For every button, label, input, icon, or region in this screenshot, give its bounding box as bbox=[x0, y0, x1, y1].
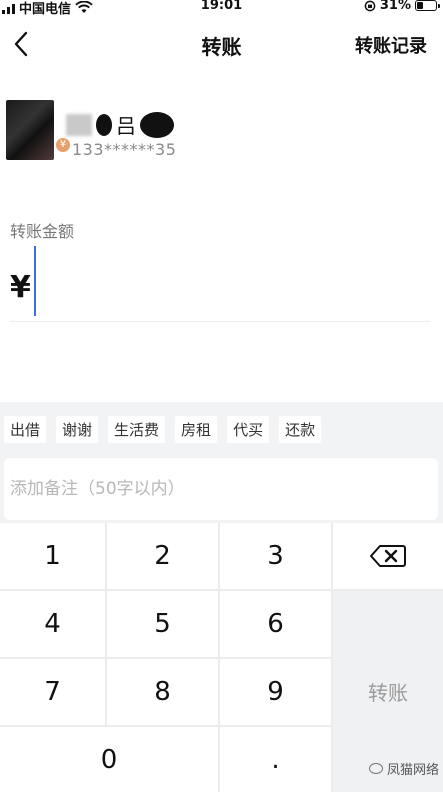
battery-icon bbox=[415, 0, 440, 11]
recipient-card: ¥ 吕 133******35 bbox=[6, 100, 306, 166]
key-3[interactable]: 3 bbox=[220, 523, 331, 589]
redacted-name-mark bbox=[140, 111, 174, 138]
backspace-key[interactable] bbox=[333, 523, 443, 589]
key-4[interactable]: 4 bbox=[0, 591, 105, 657]
key-0[interactable]: 0 bbox=[0, 727, 218, 792]
payment-badge-icon: ¥ bbox=[56, 138, 70, 152]
redacted-name-mark bbox=[96, 113, 112, 136]
note-input[interactable] bbox=[4, 458, 438, 520]
quick-tag[interactable]: 房租 bbox=[175, 416, 218, 443]
blurred-name-part bbox=[66, 113, 92, 136]
recipient-name: 吕 bbox=[66, 110, 174, 139]
key-2[interactable]: 2 bbox=[107, 523, 218, 589]
battery-percent: 31% bbox=[379, 0, 411, 13]
key-5[interactable]: 5 bbox=[107, 591, 218, 657]
quick-tag[interactable]: 出借 bbox=[4, 416, 47, 443]
quick-tag[interactable]: 谢谢 bbox=[56, 416, 99, 443]
input-caret bbox=[34, 246, 36, 316]
quick-tag[interactable]: 生活费 bbox=[108, 416, 166, 443]
watermark: 凤猫网络 bbox=[368, 759, 439, 778]
quick-tag[interactable]: 代买 bbox=[227, 416, 270, 443]
quick-tag[interactable]: 还款 bbox=[279, 416, 322, 443]
orientation-lock-icon bbox=[364, 0, 376, 11]
recipient-phone: 133******35 bbox=[72, 140, 177, 159]
quick-tag-list: 出借 谢谢 生活费 房租 代买 还款 bbox=[4, 416, 322, 443]
key-9[interactable]: 9 bbox=[220, 659, 331, 725]
backspace-icon bbox=[370, 545, 406, 567]
transfer-records-link[interactable]: 转账记录 bbox=[355, 32, 427, 58]
note-field-container bbox=[4, 458, 438, 520]
nav-bar: 转账 转账记录 bbox=[0, 22, 443, 66]
key-7[interactable]: 7 bbox=[0, 659, 105, 725]
key-decimal[interactable]: . bbox=[220, 727, 331, 792]
status-right: 31% bbox=[364, 0, 440, 13]
numeric-keypad: 1 2 3 4 5 6 7 8 9 转账 0 . 凤猫网络 bbox=[0, 523, 443, 792]
key-1[interactable]: 1 bbox=[0, 523, 105, 589]
currency-symbol: ¥ bbox=[10, 270, 31, 305]
recipient-name-char: 吕 bbox=[116, 114, 136, 138]
amount-input[interactable]: ¥ bbox=[10, 246, 430, 322]
avatar bbox=[6, 100, 54, 160]
status-bar: 中国电信 19:01 31% bbox=[0, 0, 443, 17]
chat-bubble-icon bbox=[368, 763, 383, 774]
amount-label: 转账金额 bbox=[10, 222, 75, 241]
watermark-text: 凤猫网络 bbox=[386, 763, 439, 778]
key-6[interactable]: 6 bbox=[220, 591, 331, 657]
key-8[interactable]: 8 bbox=[107, 659, 218, 725]
